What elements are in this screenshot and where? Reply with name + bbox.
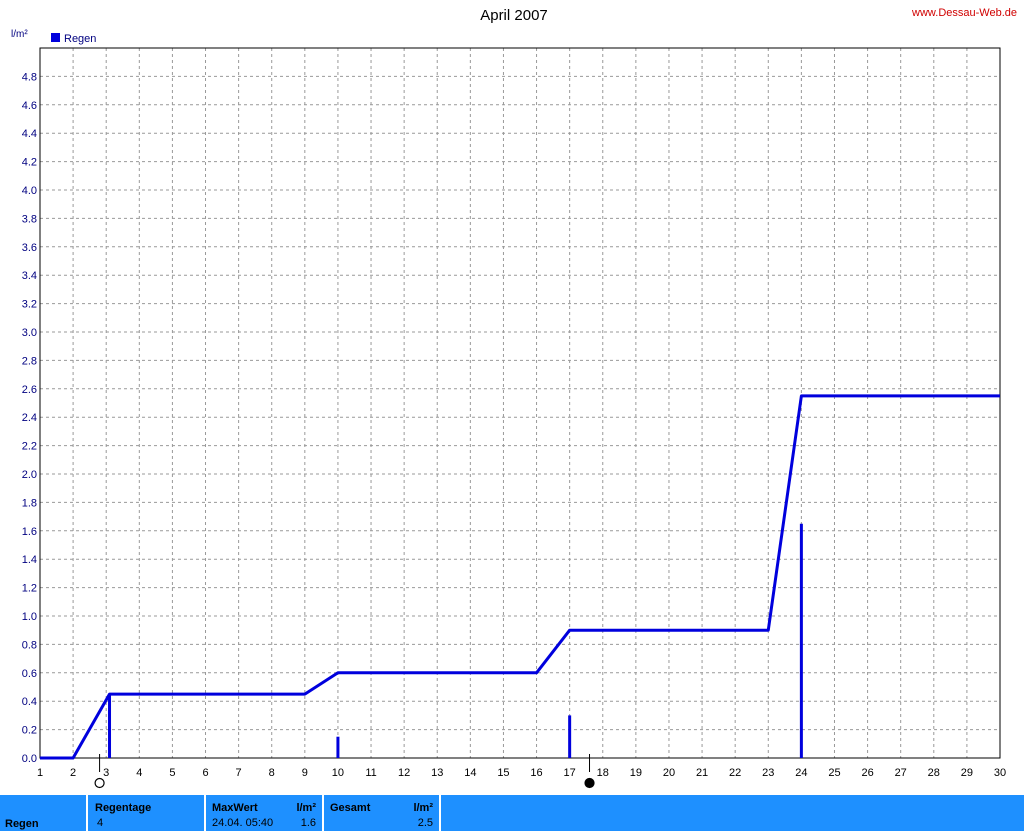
- new-moon-icon: [584, 777, 595, 789]
- y-tick-label: 4.4: [22, 128, 37, 140]
- gesamt-label: Gesamt: [330, 802, 371, 814]
- legend-label: Regen: [64, 33, 96, 45]
- x-tick-label: 5: [169, 767, 175, 779]
- y-tick-label: 3.4: [22, 270, 37, 282]
- cumulative-rain-series: [40, 394, 1000, 760]
- maxwert-cell: MaxWert l/m² 24.04. 05:40 1.6: [206, 795, 324, 831]
- y-tick-label: 2.6: [22, 384, 37, 396]
- x-tick-label: 8: [269, 767, 275, 779]
- x-tick-label: 20: [663, 767, 675, 779]
- x-tick-label: 12: [398, 767, 410, 779]
- maxwert-label: MaxWert: [212, 802, 258, 814]
- regentage-cell: Regentage 4: [88, 795, 206, 831]
- y-tick-label: 1.6: [22, 526, 37, 538]
- gesamt-value: 2.5: [417, 817, 433, 829]
- legend-swatch: [51, 33, 60, 42]
- y-tick-label: 2.4: [22, 412, 37, 424]
- stats-row-label: Regen: [5, 818, 39, 830]
- x-tick-label: 14: [464, 767, 476, 779]
- regentage-value: 4: [97, 817, 104, 829]
- y-tick-label: 1.0: [22, 611, 37, 623]
- chart-title: April 2007: [480, 7, 548, 24]
- site-link[interactable]: www.Dessau-Web.de: [911, 7, 1017, 19]
- plot-frame: [39, 47, 1001, 759]
- y-tick-label: 2.2: [22, 441, 37, 453]
- axes: [39, 47, 1001, 759]
- x-tick-label: 30: [994, 767, 1006, 779]
- x-tick-label: 25: [828, 767, 840, 779]
- y-tick-label: 0.0: [22, 753, 37, 765]
- y-tick-label: 3.2: [22, 299, 37, 311]
- y-tick-label: 4.6: [22, 100, 37, 112]
- y-tick-label: 0.6: [22, 668, 37, 680]
- x-tick-label: 2: [70, 767, 76, 779]
- x-tick-label: 23: [762, 767, 774, 779]
- x-tick-label: 27: [895, 767, 907, 779]
- maxwert-unit: l/m²: [296, 802, 316, 814]
- y-unit-label: l/m²: [11, 29, 28, 40]
- x-tick-label: 1: [37, 767, 43, 779]
- cumulative-rain-line: [40, 394, 1000, 760]
- stats-row-label-cell: Regen: [0, 795, 88, 831]
- maxwert-date: 24.04. 05:40: [212, 817, 274, 829]
- x-tick-label: 18: [597, 767, 609, 779]
- maxwert-value: 1.6: [300, 817, 316, 829]
- x-tick-label: 16: [530, 767, 542, 779]
- x-tick-label: 22: [729, 767, 741, 779]
- x-tick-label: 24: [795, 767, 807, 779]
- y-tick-label: 3.0: [22, 327, 37, 339]
- grid-lines: [40, 48, 1000, 758]
- y-tick-label: 0.4: [22, 696, 37, 708]
- x-tick-labels: 1 2 3 4 5 6 7 8 9 10 11 12 13 14 15 16 17 18 19 20 21 22 23 24 2…: [37, 767, 1006, 779]
- x-tick-label: 19: [630, 767, 642, 779]
- x-tick-label: 6: [202, 767, 208, 779]
- y-tick-labels: 0.0 0.2 0.4 0.6 0.8 1.0 1.2 1.4 1.6 1.8 2.0 2.2 2.4 2…: [22, 71, 37, 765]
- rain-chart: April 2007 www.Dessau-Web.de l/m² Regen …: [11, 7, 1017, 789]
- y-tick-label: 4.0: [22, 185, 37, 197]
- y-tick-label: 0.8: [22, 639, 37, 651]
- x-tick-label: 10: [332, 767, 344, 779]
- full-moon-icon: [94, 777, 105, 789]
- x-tick-label: 11: [365, 767, 376, 779]
- x-tick-label: 28: [928, 767, 940, 779]
- x-tick-label: 9: [302, 767, 308, 779]
- x-tick-label: 7: [236, 767, 242, 779]
- y-tick-label: 3.8: [22, 213, 37, 225]
- gesamt-cell: Gesamt l/m² 2.5: [324, 795, 441, 831]
- gesamt-unit: l/m²: [413, 802, 433, 814]
- y-tick-label: 3.6: [22, 242, 37, 254]
- x-tick-label: 15: [497, 767, 509, 779]
- y-tick-label: 2.0: [22, 469, 37, 481]
- x-tick-label: 21: [696, 767, 708, 779]
- stats-bar: Regen Regentage 4 MaxWert l/m² 24.04. 05…: [0, 795, 1024, 831]
- y-tick-label: 1.4: [22, 554, 37, 566]
- y-tick-label: 1.2: [22, 583, 37, 595]
- y-tick-label: 4.8: [22, 71, 37, 83]
- x-tick-label: 4: [136, 767, 142, 779]
- y-tick-label: 4.2: [22, 157, 37, 169]
- regentage-label: Regentage: [95, 802, 152, 814]
- x-tick-label: 29: [961, 767, 973, 779]
- x-tick-label: 13: [431, 767, 443, 779]
- y-tick-label: 1.8: [22, 497, 37, 509]
- x-tick-label: 3: [103, 767, 109, 779]
- x-tick-label: 26: [861, 767, 873, 779]
- y-tick-label: 0.2: [22, 725, 37, 737]
- x-tick-label: 17: [564, 767, 576, 779]
- y-tick-label: 2.8: [22, 355, 37, 367]
